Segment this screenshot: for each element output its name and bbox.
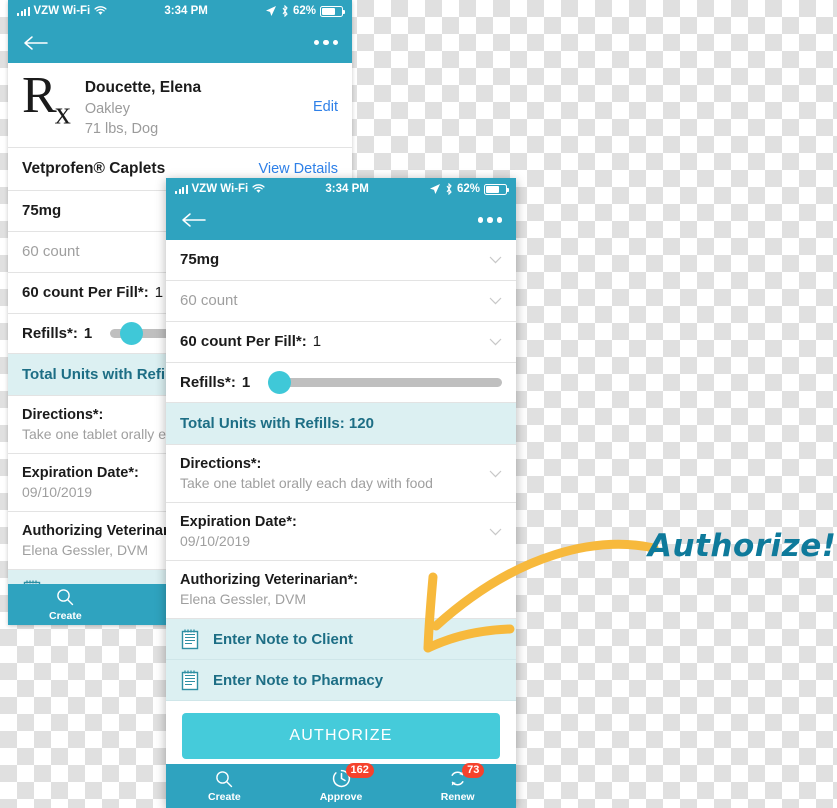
per-fill-value: 1 xyxy=(312,333,322,350)
nav-bar-back xyxy=(8,22,352,63)
refills-label: Refills*: xyxy=(22,325,78,342)
notepad-icon xyxy=(181,629,199,650)
authorize-area: AUTHORIZE xyxy=(166,701,516,767)
tab-create-back[interactable]: Create xyxy=(8,584,123,625)
vet-row[interactable]: Authorizing Veterinarian*: Elena Gessler… xyxy=(166,561,516,619)
location-arrow-icon xyxy=(429,184,440,194)
carrier-label: VZW Wi-Fi xyxy=(33,5,91,17)
chevron-down-icon xyxy=(489,528,502,535)
tab-create-label-back: Create xyxy=(48,609,82,622)
tab-renew-label: Renew xyxy=(440,791,475,803)
tab-bar-front: Create 162 Approve 73 Renew xyxy=(166,763,516,808)
search-icon xyxy=(215,769,233,788)
renew-badge: 73 xyxy=(462,763,485,779)
per-fill-label: 60 count Per Fill*: xyxy=(22,284,149,301)
signal-bars-icon xyxy=(175,184,188,194)
strength-row[interactable]: 75mg xyxy=(166,240,516,281)
foreground-phone-screen: VZW Wi-Fi 3:34 PM 62% 75mg 60 count 60 c… xyxy=(166,178,516,808)
directions-value: Take one tablet orally each day with foo… xyxy=(180,475,433,491)
refills-value: 1 xyxy=(241,374,251,391)
bluetooth-icon xyxy=(446,183,452,195)
annotation-label: Authorize! xyxy=(648,528,837,564)
clock-label: 3:34 PM xyxy=(164,5,208,17)
battery-percent-label: 62% xyxy=(292,5,316,17)
clock-label-front: 3:34 PM xyxy=(325,183,369,195)
signal-bars-icon xyxy=(17,6,30,16)
note-to-pharmacy-row[interactable]: Enter Note to Pharmacy xyxy=(166,660,516,701)
count-value: 60 count xyxy=(180,292,238,309)
clock-icon: 162 xyxy=(332,763,374,788)
authorize-button[interactable]: AUTHORIZE xyxy=(182,713,500,759)
patient-header-back: Rx Doucette, Elena Oakley 71 lbs, Dog Ed… xyxy=(8,63,352,148)
approve-badge: 162 xyxy=(345,763,374,779)
refills-row[interactable]: Refills*: 1 xyxy=(166,363,516,403)
carrier-label-front: VZW Wi-Fi xyxy=(191,183,249,195)
slider-thumb[interactable] xyxy=(268,371,292,394)
patient-owner: Oakley xyxy=(84,101,130,117)
tab-create-label: Create xyxy=(207,791,241,803)
directions-row[interactable]: Directions*: Take one tablet orally each… xyxy=(166,445,516,503)
wifi-icon xyxy=(94,6,107,15)
wifi-icon xyxy=(252,184,265,193)
note-to-client-row[interactable]: Enter Note to Client xyxy=(166,619,516,660)
location-arrow-icon xyxy=(265,6,276,16)
battery-icon xyxy=(484,183,510,195)
patient-details: 71 lbs, Dog xyxy=(84,121,159,137)
count-row[interactable]: 60 count xyxy=(166,281,516,322)
per-fill-value: 1 xyxy=(154,284,164,301)
search-icon xyxy=(56,588,74,607)
slider-thumb[interactable] xyxy=(120,322,144,345)
count-value: 60 count xyxy=(22,243,80,260)
directions-label: Directions*: xyxy=(180,456,262,472)
back-arrow-icon[interactable] xyxy=(22,33,48,53)
tab-approve[interactable]: 162 Approve xyxy=(283,763,400,808)
slider-track xyxy=(268,378,502,387)
rx-symbol-icon: Rx xyxy=(22,67,71,131)
drug-name: Vetprofen® Caplets xyxy=(22,160,166,177)
status-bar-right: 62% xyxy=(265,5,346,17)
note-to-pharmacy-label: Enter Note to Pharmacy xyxy=(213,671,384,689)
chevron-down-icon xyxy=(489,470,502,477)
note-to-client-label: Enter Note to Client xyxy=(213,630,354,648)
notepad-icon xyxy=(181,670,199,691)
per-fill-label: 60 count Per Fill*: xyxy=(180,333,307,350)
tab-create[interactable]: Create xyxy=(166,764,283,808)
total-units-row: Total Units with Refills: 120 xyxy=(166,403,516,445)
back-arrow-icon[interactable] xyxy=(180,210,206,230)
status-bar-left: VZW Wi-Fi xyxy=(17,5,107,17)
expiration-label: Expiration Date*: xyxy=(180,514,297,530)
status-bar-front: VZW Wi-Fi 3:34 PM 62% xyxy=(166,178,516,200)
nav-bar-front xyxy=(166,200,516,240)
status-bar-left-front: VZW Wi-Fi xyxy=(175,183,265,195)
chevron-down-icon xyxy=(489,256,502,264)
chevron-down-icon xyxy=(489,338,502,346)
expiration-value: 09/10/2019 xyxy=(180,533,251,549)
strength-value: 75mg xyxy=(22,202,62,219)
patient-info: Doucette, Elena Oakley 71 lbs, Dog xyxy=(85,75,201,137)
more-options-icon[interactable] xyxy=(313,39,338,46)
expiration-row[interactable]: Expiration Date*: 09/10/2019 xyxy=(166,503,516,561)
vet-label: Authorizing Veterinarian*: xyxy=(180,572,359,588)
status-bar-right-front: 62% xyxy=(429,183,510,195)
tab-approve-label: Approve xyxy=(319,791,363,803)
refresh-icon: 73 xyxy=(448,763,485,788)
status-bar-back: VZW Wi-Fi 3:34 PM 62% xyxy=(8,0,352,22)
refills-value: 1 xyxy=(83,325,93,342)
refills-label: Refills*: xyxy=(180,374,236,391)
battery-icon xyxy=(320,5,346,17)
refills-slider[interactable] xyxy=(268,371,502,394)
chevron-down-icon xyxy=(489,297,502,305)
battery-percent-label-front: 62% xyxy=(456,183,480,195)
more-options-icon[interactable] xyxy=(477,217,502,223)
bluetooth-icon xyxy=(282,5,288,17)
per-fill-row[interactable]: 60 count Per Fill*: 1 xyxy=(166,322,516,363)
tab-renew[interactable]: 73 Renew xyxy=(399,763,516,808)
edit-link[interactable]: Edit xyxy=(313,99,338,115)
strength-value: 75mg xyxy=(180,251,220,268)
vet-value: Elena Gessler, DVM xyxy=(180,591,307,607)
view-details-link[interactable]: View Details xyxy=(258,161,338,177)
patient-name: Doucette, Elena xyxy=(84,79,202,96)
